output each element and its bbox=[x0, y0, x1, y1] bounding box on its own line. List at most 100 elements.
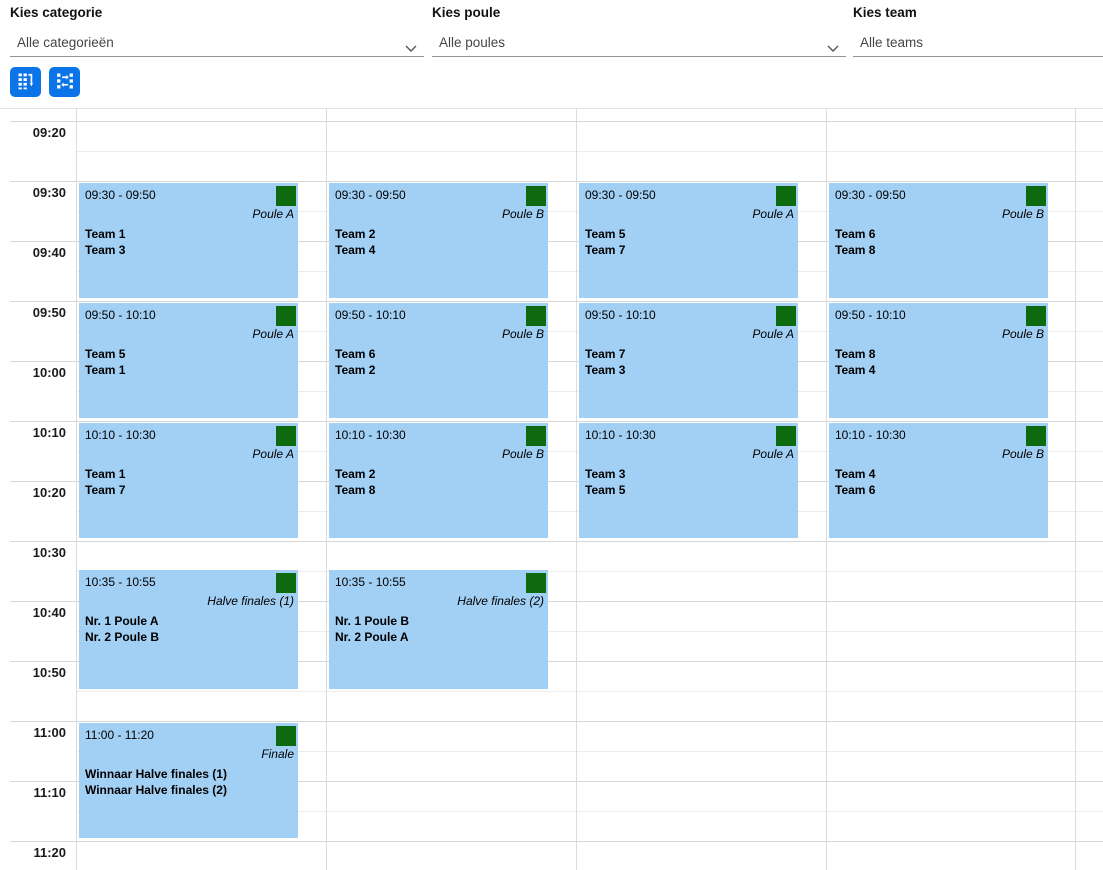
tournament-schedule-page: Kies categorie Alle categorieën Kies pou… bbox=[0, 0, 1103, 870]
table-schedule-view-button[interactable] bbox=[10, 67, 41, 97]
team-name: Nr. 2 Poule B bbox=[85, 630, 159, 646]
team-select[interactable]: Alle teams bbox=[853, 32, 1103, 57]
team-name: Team 6 bbox=[335, 347, 375, 363]
match-time: 10:10 - 10:30 bbox=[335, 428, 406, 442]
match-card[interactable]: 10:10 - 10:30 Poule A Team 1 Team 7 bbox=[79, 423, 298, 538]
match-time: 10:35 - 10:55 bbox=[335, 575, 406, 589]
poule-filter-label: Kies poule bbox=[432, 4, 846, 21]
match-card[interactable]: 09:30 - 09:50 Poule A Team 5 Team 7 bbox=[579, 183, 798, 298]
match-group: Poule B bbox=[1002, 327, 1044, 341]
category-select[interactable]: Alle categorieën bbox=[10, 32, 424, 57]
match-card[interactable]: 11:00 - 11:20 Finale Winnaar Halve final… bbox=[79, 723, 298, 838]
match-group: Poule A bbox=[752, 327, 794, 341]
match-time: 10:10 - 10:30 bbox=[585, 428, 656, 442]
time-label: 10:20 bbox=[0, 485, 66, 500]
team-name: Winnaar Halve finales (2) bbox=[85, 783, 227, 799]
match-time: 10:35 - 10:55 bbox=[85, 575, 156, 589]
team-select-value: Alle teams bbox=[860, 35, 923, 50]
team-name: Team 6 bbox=[835, 483, 875, 499]
team-name: Team 8 bbox=[835, 347, 875, 363]
match-group: Poule A bbox=[252, 207, 294, 221]
match-card[interactable]: 10:10 - 10:30 Poule A Team 3 Team 5 bbox=[579, 423, 798, 538]
match-teams: Winnaar Halve finales (1) Winnaar Halve … bbox=[85, 767, 227, 798]
chevron-down-icon bbox=[405, 40, 417, 58]
category-select-value: Alle categorieën bbox=[17, 35, 114, 50]
match-time: 09:30 - 09:50 bbox=[585, 188, 656, 202]
match-teams: Team 5 Team 1 bbox=[85, 347, 125, 378]
match-card[interactable]: 09:50 - 10:10 Poule A Team 5 Team 1 bbox=[79, 303, 298, 418]
status-square-icon bbox=[526, 306, 546, 326]
match-teams: Team 3 Team 5 bbox=[585, 467, 625, 498]
team-name: Team 1 bbox=[85, 363, 125, 379]
match-teams: Team 6 Team 8 bbox=[835, 227, 875, 258]
status-square-icon bbox=[276, 573, 296, 593]
poule-filter: Kies poule Alle poules bbox=[432, 4, 846, 57]
match-card[interactable]: 09:30 - 09:50 Poule B Team 2 Team 4 bbox=[329, 183, 548, 298]
match-time: 11:00 - 11:20 bbox=[85, 728, 154, 742]
match-card[interactable]: 10:35 - 10:55 Halve finales (1) Nr. 1 Po… bbox=[79, 570, 298, 689]
team-name: Team 1 bbox=[85, 227, 125, 243]
team-name: Nr. 1 Poule A bbox=[85, 614, 159, 630]
table-arrow-down-icon bbox=[16, 71, 36, 94]
match-time: 10:10 - 10:30 bbox=[835, 428, 906, 442]
team-filter-label: Kies team bbox=[853, 4, 1103, 21]
match-card[interactable]: 10:35 - 10:55 Halve finales (2) Nr. 1 Po… bbox=[329, 570, 548, 689]
category-filter: Kies categorie Alle categorieën bbox=[10, 4, 424, 57]
team-name: Team 8 bbox=[335, 483, 375, 499]
status-square-icon bbox=[526, 186, 546, 206]
team-name: Team 3 bbox=[85, 243, 125, 259]
match-teams: Team 4 Team 6 bbox=[835, 467, 875, 498]
time-label: 10:30 bbox=[0, 545, 66, 560]
match-group: Halve finales (1) bbox=[207, 594, 294, 608]
team-name: Team 5 bbox=[85, 347, 125, 363]
team-name: Team 7 bbox=[585, 243, 625, 259]
match-time: 09:50 - 10:10 bbox=[835, 308, 906, 322]
status-square-icon bbox=[276, 726, 296, 746]
team-name: Team 2 bbox=[335, 363, 375, 379]
match-group: Poule B bbox=[502, 327, 544, 341]
team-name: Team 1 bbox=[85, 467, 125, 483]
team-filter: Kies team Alle teams bbox=[853, 4, 1103, 57]
status-square-icon bbox=[1026, 306, 1046, 326]
team-name: Winnaar Halve finales (1) bbox=[85, 767, 227, 783]
team-name: Team 2 bbox=[335, 467, 375, 483]
time-label: 09:30 bbox=[0, 185, 66, 200]
match-teams: Team 7 Team 3 bbox=[585, 347, 625, 378]
time-label: 11:20 bbox=[0, 845, 66, 860]
team-name: Team 4 bbox=[835, 467, 875, 483]
match-teams: Team 1 Team 3 bbox=[85, 227, 125, 258]
match-teams: Team 5 Team 7 bbox=[585, 227, 625, 258]
poule-select[interactable]: Alle poules bbox=[432, 32, 846, 57]
time-label: 09:20 bbox=[0, 125, 66, 140]
match-card[interactable]: 09:50 - 10:10 Poule A Team 7 Team 3 bbox=[579, 303, 798, 418]
match-card[interactable]: 09:50 - 10:10 Poule B Team 8 Team 4 bbox=[829, 303, 1048, 418]
match-group: Poule B bbox=[1002, 447, 1044, 461]
status-square-icon bbox=[1026, 186, 1046, 206]
match-card[interactable]: 09:30 - 09:50 Poule A Team 1 Team 3 bbox=[79, 183, 298, 298]
match-group: Poule A bbox=[252, 447, 294, 461]
grid-top-border bbox=[0, 108, 1103, 109]
match-group: Poule B bbox=[502, 447, 544, 461]
match-teams: Team 2 Team 4 bbox=[335, 227, 375, 258]
match-card[interactable]: 09:30 - 09:50 Poule B Team 6 Team 8 bbox=[829, 183, 1048, 298]
status-square-icon bbox=[276, 426, 296, 446]
match-teams: Nr. 1 Poule B Nr. 2 Poule A bbox=[335, 614, 409, 645]
match-card[interactable]: 10:10 - 10:30 Poule B Team 4 Team 6 bbox=[829, 423, 1048, 538]
team-name: Team 6 bbox=[835, 227, 875, 243]
team-name: Team 5 bbox=[585, 227, 625, 243]
time-label: 11:10 bbox=[0, 785, 66, 800]
grid-column-separator bbox=[1075, 108, 1076, 870]
time-label: 10:00 bbox=[0, 365, 66, 380]
grid-column-separator bbox=[826, 108, 827, 870]
swap-rows-icon bbox=[55, 71, 75, 94]
team-name: Team 4 bbox=[835, 363, 875, 379]
grid-column-separator bbox=[576, 108, 577, 870]
status-square-icon bbox=[776, 186, 796, 206]
match-group: Poule A bbox=[252, 327, 294, 341]
match-card[interactable]: 09:50 - 10:10 Poule B Team 6 Team 2 bbox=[329, 303, 548, 418]
swap-order-view-button[interactable] bbox=[49, 67, 80, 97]
team-name: Team 5 bbox=[585, 483, 625, 499]
match-card[interactable]: 10:10 - 10:30 Poule B Team 2 Team 8 bbox=[329, 423, 548, 538]
time-label: 09:50 bbox=[0, 305, 66, 320]
time-label: 09:40 bbox=[0, 245, 66, 260]
